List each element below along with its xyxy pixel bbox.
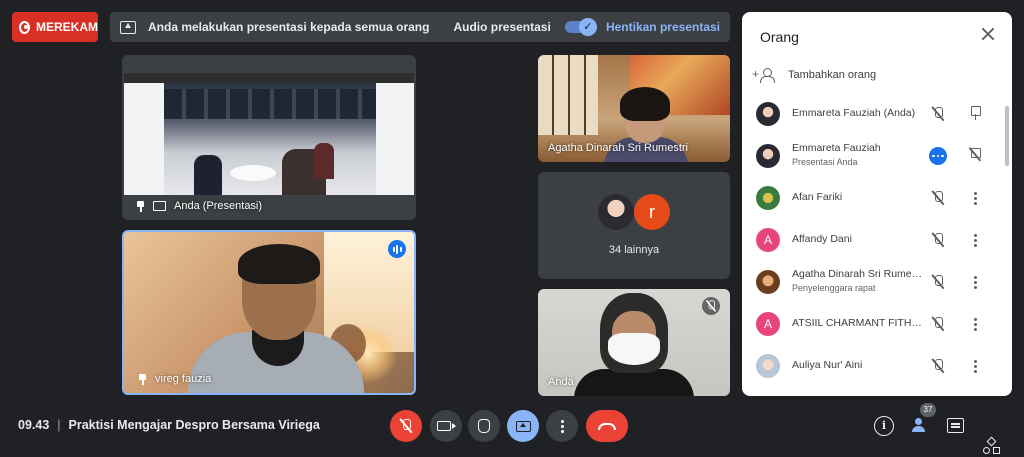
participant-row[interactable]: Emmareta Fauziah (Anda) [742, 94, 1004, 136]
avatar [756, 144, 780, 168]
participant-name: ATSIIL CHARMANT FITHRIA [792, 317, 924, 329]
participant-name: vireg fauzia [155, 373, 212, 385]
recording-badge[interactable]: MEREKAM [12, 12, 98, 42]
more-options-icon[interactable] [971, 358, 979, 374]
more-options-icon[interactable] [929, 147, 947, 165]
avatar: r [634, 194, 670, 230]
pin-icon[interactable] [970, 106, 981, 120]
avatar: A [756, 312, 780, 336]
participant-name: Anda [548, 376, 574, 388]
check-icon: ✓ [578, 18, 597, 36]
add-person-icon: + [752, 68, 776, 83]
avatar [756, 102, 780, 126]
participant-row[interactable]: A ATSIIL CHARMANT FITHRIA [742, 304, 1004, 346]
recording-label: MEREKAM [36, 20, 98, 34]
bottom-bar: 09.43 | Praktisi Mengajar Despro Bersama… [0, 400, 1024, 457]
mic-off-icon [399, 418, 413, 434]
tile-label: Anda (Presentasi) [136, 200, 262, 212]
activities-icon[interactable] [982, 436, 1002, 456]
mic-off-icon[interactable] [931, 232, 945, 248]
camera-icon [437, 421, 456, 431]
chat-icon[interactable] [947, 418, 964, 433]
speaking-indicator-icon [388, 240, 406, 258]
meeting-time: 09.43 [18, 418, 50, 432]
participant-name: Afan Fariki [792, 191, 843, 203]
more-options-icon[interactable] [971, 274, 979, 290]
more-options-icon[interactable] [971, 190, 979, 206]
mic-off-icon[interactable] [931, 274, 945, 290]
avatar [756, 354, 780, 378]
close-icon[interactable] [980, 26, 996, 42]
tile-label: Agatha Dinarah Sri Rumestri [548, 142, 688, 154]
participant-row[interactable]: Auliya Nur' Aini [742, 346, 1004, 388]
participant-name: Affandy Dani [792, 233, 852, 245]
avatar [756, 270, 780, 294]
presenting-message: Anda melakukan presentasi kepada semua o… [148, 20, 430, 34]
raise-hand-button[interactable] [468, 410, 500, 442]
present-screen-icon [120, 20, 136, 34]
end-call-icon [598, 422, 616, 430]
end-call-button[interactable] [586, 410, 628, 442]
self-tile[interactable]: Anda [538, 289, 730, 396]
audio-presentation-toggle[interactable]: ✓ [564, 18, 597, 36]
pin-icon[interactable] [138, 373, 147, 385]
participant-subtitle: Penyelenggara rapat [792, 283, 876, 293]
participant-tile-vireg[interactable]: vireg fauzia [122, 230, 416, 395]
participant-tile-agatha[interactable]: Agatha Dinarah Sri Rumestri [538, 55, 730, 162]
more-options-icon[interactable] [971, 232, 979, 248]
shared-screen-photo [164, 83, 376, 195]
people-count-badge: 37 [920, 403, 936, 417]
people-panel: Orang + Tambahkan orang Emmareta Fauziah… [742, 12, 1012, 396]
presentation-label: Anda (Presentasi) [174, 200, 263, 212]
tile-label: Anda [548, 376, 574, 388]
avatar: A [756, 228, 780, 252]
mic-off-icon[interactable] [931, 358, 945, 374]
meeting-info: 09.43 | Praktisi Mengajar Despro Bersama… [18, 418, 320, 432]
unpin-icon[interactable] [970, 148, 981, 162]
more-options-icon[interactable] [971, 316, 979, 332]
participant-subtitle: Presentasi Anda [792, 157, 858, 167]
participant-name: Emmareta Fauziah (Anda) [792, 107, 916, 119]
participant-row[interactable]: Agatha Dinarah Sri Rumestri Penyelenggar… [742, 262, 1004, 304]
mic-toggle-button[interactable] [390, 410, 422, 442]
participant-row[interactable]: Afan Fariki [742, 178, 1004, 220]
scrollbar[interactable] [1005, 106, 1009, 166]
presentation-tile[interactable]: Anda (Presentasi) [122, 55, 416, 220]
present-now-icon [515, 420, 531, 432]
meeting-title: Praktisi Mengajar Despro Bersama Viriega [68, 418, 320, 432]
camera-toggle-button[interactable] [430, 410, 462, 442]
mic-off-icon[interactable] [931, 316, 945, 332]
add-person-button[interactable]: + Tambahkan orang [752, 68, 877, 83]
presenting-bar: Anda melakukan presentasi kepada semua o… [110, 12, 730, 42]
shared-screen [124, 73, 414, 195]
participant-name: Emmareta Fauziah [792, 142, 881, 154]
stop-presenting-button[interactable]: Hentikan presentasi [606, 20, 720, 34]
pin-icon[interactable] [136, 200, 145, 212]
more-options-icon [560, 419, 564, 433]
more-options-button[interactable] [546, 410, 578, 442]
panel-title: Orang [760, 29, 799, 45]
participant-name: Agatha Dinarah Sri Rumestri [548, 142, 689, 154]
avatar [598, 194, 634, 230]
raise-hand-icon [478, 419, 490, 433]
people-icon[interactable] [911, 416, 931, 436]
separator: | [57, 418, 61, 432]
info-icon[interactable]: i [874, 416, 894, 436]
present-now-button[interactable] [507, 410, 539, 442]
tile-label: vireg fauzia [138, 373, 211, 385]
others-count: 34 lainnya [608, 244, 660, 256]
mic-off-icon[interactable] [931, 190, 945, 206]
participant-row[interactable]: Emmareta Fauziah Presentasi Anda [742, 136, 1004, 178]
add-person-label: Tambahkan orang [788, 69, 877, 81]
mic-off-icon [702, 297, 720, 315]
mic-off-icon[interactable] [931, 106, 945, 122]
record-icon [19, 20, 30, 34]
present-screen-icon [153, 201, 166, 211]
participant-name: Auliya Nur' Aini [792, 359, 863, 371]
avatar [756, 186, 780, 210]
others-tile[interactable]: r 34 lainnya [538, 172, 730, 279]
audio-presentation-label: Audio presentasi [453, 20, 551, 34]
participant-name: Agatha Dinarah Sri Rumestri [792, 268, 924, 280]
participant-row[interactable]: A Affandy Dani [742, 220, 1004, 262]
